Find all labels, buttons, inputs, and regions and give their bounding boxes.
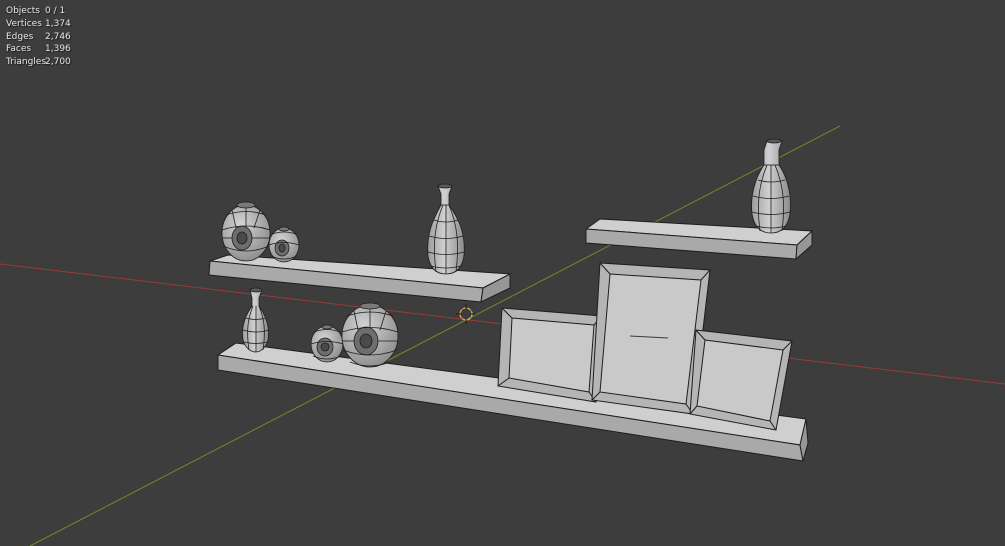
stat-vertices-value: 1,374 [45,18,71,29]
stat-triangles: Triangles 2,700 [6,56,71,69]
viewport-canvas[interactable] [0,0,1005,546]
stat-edges-value: 2,746 [45,31,71,42]
vase-tall-top[interactable] [427,183,465,275]
round-vase-small-top[interactable] [268,226,300,263]
round-vase-large-top[interactable] [221,201,271,262]
vase-small-bottom[interactable] [242,287,270,353]
stat-objects-label: Objects [6,6,41,16]
stat-vertices: Vertices 1,374 [6,18,71,31]
round-vase-large-bottom[interactable] [341,302,399,368]
stat-faces-label: Faces [6,44,32,55]
stat-faces: Faces 1,396 [6,43,71,56]
stat-triangles-label: Triangles [6,57,47,68]
3d-cursor[interactable] [456,304,476,324]
stat-objects: Objects 0 / 1 [6,5,71,18]
picture-frame-right[interactable] [689,329,793,431]
stat-vertices-label: Vertices [6,18,42,29]
3d-viewport[interactable]: Objects 0 / 1 Vertices 1,374 Edges 2,746… [0,0,1005,546]
stat-triangles-value: 2,700 [45,57,71,68]
stat-edges-label: Edges [6,31,34,42]
picture-frame-left[interactable] [497,307,603,403]
vase-tall-right[interactable] [751,138,791,234]
stat-faces-value: 1,396 [45,44,71,55]
round-vase-small-bottom[interactable] [310,324,344,363]
stat-objects-value: 0 / 1 [45,6,66,16]
scene-statistics-overlay: Objects 0 / 1 Vertices 1,374 Edges 2,746… [6,5,71,69]
stat-edges: Edges 2,746 [6,31,71,44]
